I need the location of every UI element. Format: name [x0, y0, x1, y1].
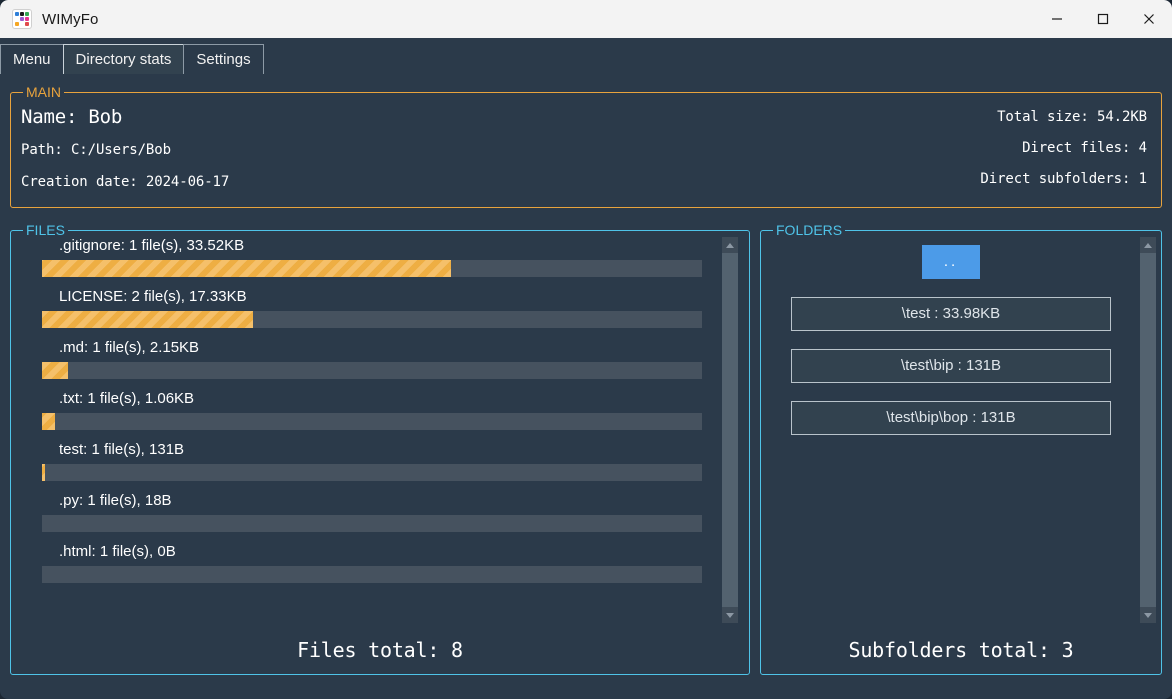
- file-row: .html: 1 file(s), 0B: [12, 543, 724, 583]
- file-row-label: .txt: 1 file(s), 1.06KB: [59, 390, 195, 407]
- files-panel-title: FILES: [23, 222, 68, 238]
- main-info-left: Name: Bob Path: C:/Users/Bob Creation da…: [21, 105, 229, 192]
- file-size-bar-track: [42, 260, 702, 277]
- tab-bar: Menu Directory stats Settings: [0, 38, 1172, 74]
- file-size-bar-track: [42, 362, 702, 379]
- tab-directory-stats[interactable]: Directory stats: [62, 44, 185, 74]
- file-row-label: test: 1 file(s), 131B: [59, 441, 185, 458]
- maximize-icon: [1097, 13, 1109, 25]
- direct-subfolders: Direct subfolders: 1: [980, 171, 1147, 187]
- directory-name: Name: Bob: [21, 106, 123, 128]
- folder-button[interactable]: \test : 33.98KB: [791, 297, 1111, 331]
- file-row-label: LICENSE: 2 file(s), 17.33KB: [59, 288, 247, 305]
- maximize-button[interactable]: [1080, 0, 1126, 38]
- file-size-bar-track: [42, 311, 702, 328]
- file-size-bar-track: [42, 515, 702, 532]
- file-size-bar-track: [42, 464, 702, 481]
- folders-scroll-down-button[interactable]: [1140, 607, 1156, 623]
- file-row: .txt: 1 file(s), 1.06KB: [12, 390, 724, 430]
- file-row-label: .py: 1 file(s), 18B: [59, 492, 172, 509]
- file-row: test: 1 file(s), 131B: [12, 441, 724, 481]
- tab-directory-stats-label: Directory stats: [75, 51, 172, 68]
- files-scroll-down-button[interactable]: [722, 607, 738, 623]
- file-row-label: .gitignore: 1 file(s), 33.52KB: [59, 237, 245, 254]
- folder-button[interactable]: \test\bip : 131B: [791, 349, 1111, 383]
- file-row: LICENSE: 2 file(s), 17.33KB: [12, 288, 724, 328]
- parent-directory-button[interactable]: ..: [922, 245, 980, 279]
- files-scroll-thumb[interactable]: [722, 253, 738, 607]
- direct-files: Direct files: 4: [1022, 140, 1147, 156]
- title-bar: WIMyFo: [0, 0, 1172, 38]
- chevron-down-icon: [1144, 612, 1152, 618]
- minimize-icon: [1051, 13, 1063, 25]
- file-row: .py: 1 file(s), 18B: [12, 492, 724, 532]
- close-button[interactable]: [1126, 0, 1172, 38]
- file-size-bar-fill: [42, 464, 46, 481]
- window-controls: [1034, 0, 1172, 38]
- folders-total: Subfolders total: 3: [848, 638, 1074, 662]
- files-panel: FILES .gitignore: 1 file(s), 33.52KB LICE…: [10, 222, 750, 675]
- files-list: .gitignore: 1 file(s), 33.52KB LICENSE: 2…: [12, 237, 724, 623]
- files-scroll-up-button[interactable]: [722, 237, 738, 253]
- file-row: .gitignore: 1 file(s), 33.52KB: [12, 237, 724, 277]
- chevron-up-icon: [1144, 242, 1152, 248]
- file-size-bar-fill: [42, 362, 69, 379]
- file-size-bar-track: [42, 566, 702, 583]
- window-title: WIMyFo: [42, 10, 99, 28]
- directory-path: Path: C:/Users/Bob: [21, 142, 171, 158]
- file-size-bar-fill: [42, 260, 452, 277]
- file-size-bar-fill: [42, 311, 254, 328]
- folder-buttons: \test : 33.98KB \test\bip : 131B \test\bip…: [762, 297, 1140, 435]
- files-total: Files total: 8: [297, 638, 463, 662]
- main-panel: MAIN Name: Bob Path: C:/Users/Bob Creati…: [10, 84, 1162, 208]
- file-row-label: .md: 1 file(s), 2.15KB: [59, 339, 200, 356]
- folders-scrollbar[interactable]: [1140, 237, 1156, 623]
- folder-button[interactable]: \test\bip\bop : 131B: [791, 401, 1111, 435]
- folders-scroll-thumb[interactable]: [1140, 253, 1156, 607]
- tab-menu[interactable]: Menu: [0, 44, 64, 74]
- files-scrollbar[interactable]: [722, 237, 738, 623]
- tab-settings[interactable]: Settings: [183, 44, 264, 74]
- minimize-button[interactable]: [1034, 0, 1080, 38]
- main-info-right: Total size: 54.2KB Direct files: 4 Direc…: [980, 107, 1147, 189]
- total-size: Total size: 54.2KB: [997, 109, 1147, 125]
- tab-settings-label: Settings: [196, 51, 251, 68]
- folders-list: .. \test : 33.98KB \test\bip : 131B \test\…: [762, 237, 1140, 623]
- close-icon: [1143, 13, 1155, 25]
- folders-panel: FOLDERS .. \test : 33.98KB \test\bip : 13…: [760, 222, 1162, 675]
- chevron-up-icon: [726, 242, 734, 248]
- file-size-bar-track: [42, 413, 702, 430]
- creation-date: Creation date: 2024-06-17: [21, 174, 230, 190]
- folders-scroll-up-button[interactable]: [1140, 237, 1156, 253]
- main-panel-title: MAIN: [23, 84, 64, 100]
- tab-menu-label: Menu: [13, 51, 51, 68]
- chevron-down-icon: [726, 612, 734, 618]
- app-dots-icon: [12, 9, 32, 29]
- file-row-label: .html: 1 file(s), 0B: [59, 543, 176, 560]
- folders-panel-title: FOLDERS: [773, 222, 846, 238]
- app-window: WIMyFo Menu Directory stats Settings MAI…: [0, 0, 1172, 699]
- file-row: .md: 1 file(s), 2.15KB: [12, 339, 724, 379]
- file-size-bar-fill: [42, 413, 56, 430]
